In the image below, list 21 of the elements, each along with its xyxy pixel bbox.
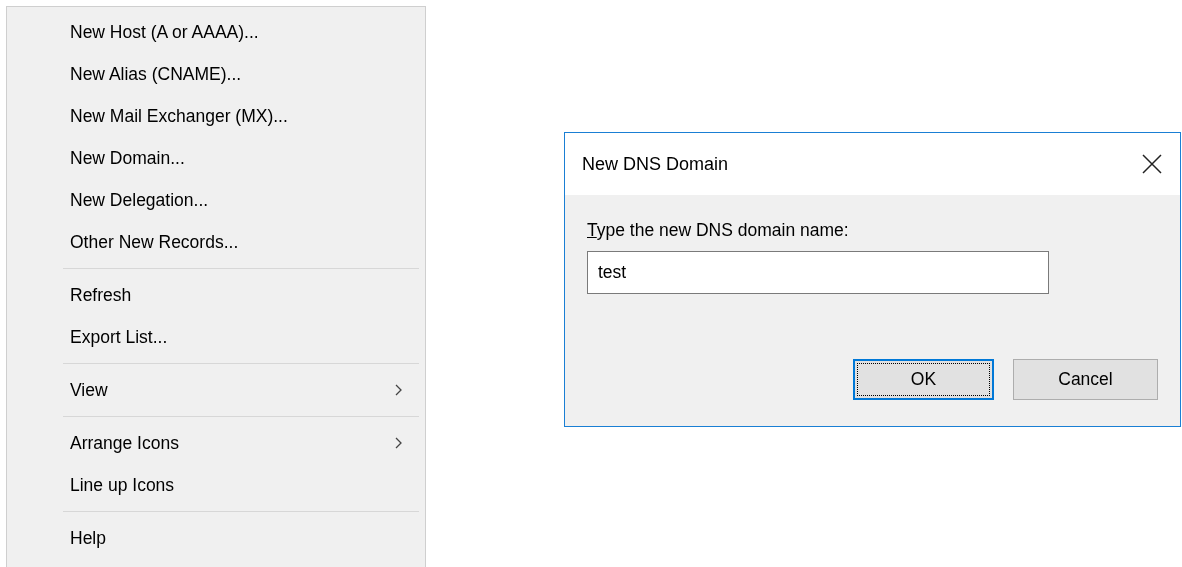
- menu-item[interactable]: New Host (A or AAAA)...: [7, 11, 425, 53]
- dialog-button[interactable]: OK: [853, 359, 994, 400]
- menu-item[interactable]: View: [7, 369, 425, 411]
- dialog-title: New DNS Domain: [582, 153, 730, 175]
- menu-item[interactable]: Line up Icons: [7, 464, 425, 506]
- domain-name-field[interactable]: test: [587, 251, 1049, 294]
- close-icon: [1142, 154, 1162, 174]
- dialog-button[interactable]: Cancel: [1013, 359, 1158, 400]
- menu-item[interactable]: New Delegation...: [7, 179, 425, 221]
- menu-item[interactable]: Other New Records...: [7, 221, 425, 263]
- menu-item[interactable]: New Domain...: [7, 137, 425, 179]
- chevron-right-icon: [395, 437, 403, 449]
- close-button[interactable]: [1141, 153, 1163, 175]
- menu-item[interactable]: Refresh: [7, 274, 425, 316]
- menu-item[interactable]: New Mail Exchanger (MX)...: [7, 95, 425, 137]
- prompt-label: Type the new DNS domain name:: [587, 219, 849, 241]
- chevron-right-icon: [395, 384, 403, 396]
- menu-item[interactable]: Export List...: [7, 316, 425, 358]
- menu-item[interactable]: New Alias (CNAME)...: [7, 53, 425, 95]
- menu-item[interactable]: Arrange Icons: [7, 422, 425, 464]
- menu-item[interactable]: Help: [7, 517, 425, 559]
